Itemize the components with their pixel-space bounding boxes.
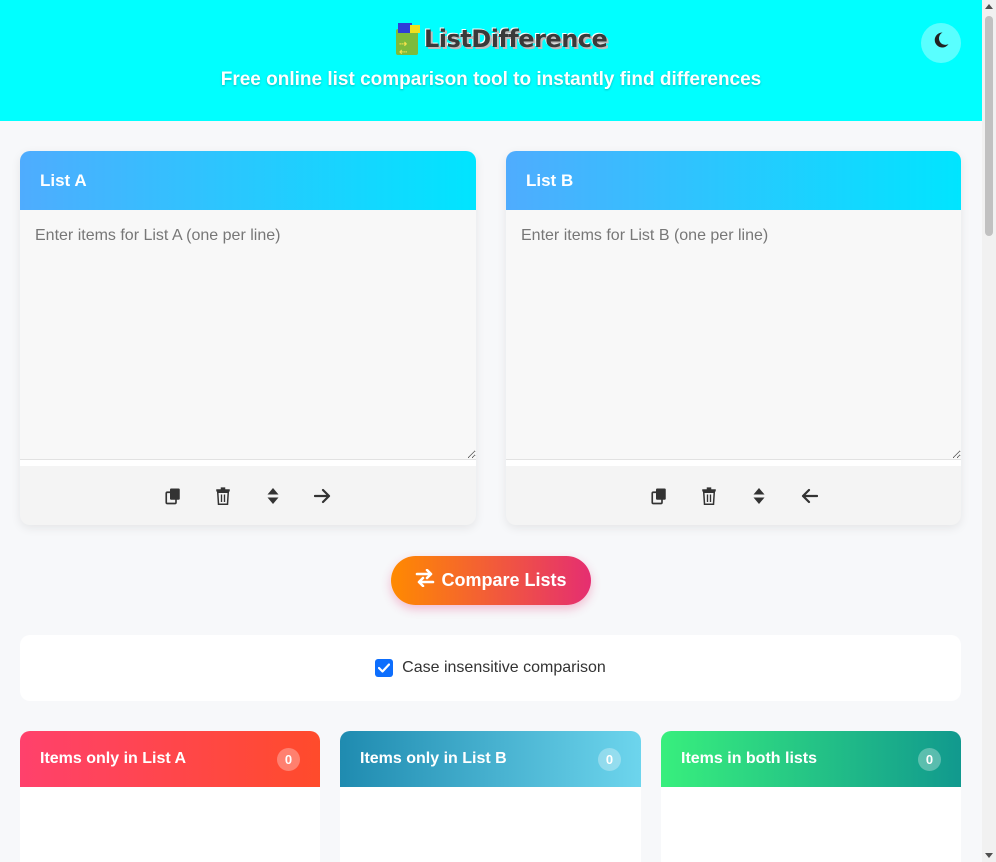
trash-icon[interactable] — [698, 485, 720, 507]
scroll-up-arrow[interactable] — [985, 4, 993, 9]
list-b-panel: List B — [506, 151, 961, 525]
compare-lists-button[interactable]: Compare Lists — [391, 556, 591, 605]
theme-toggle-button[interactable] — [921, 23, 961, 63]
scroll-thumb[interactable] — [985, 16, 993, 236]
scroll-down-arrow[interactable] — [985, 853, 993, 858]
sort-icon[interactable] — [262, 485, 284, 507]
copy-icon[interactable] — [648, 485, 670, 507]
page-scrollbar[interactable] — [982, 0, 996, 862]
result-only-a-card: Items only in List A 0 — [20, 731, 320, 862]
arrow-left-icon[interactable] — [798, 485, 820, 507]
options-panel: Case insensitive comparison — [20, 635, 961, 701]
moon-icon — [932, 31, 950, 55]
list-b-title: List B — [506, 151, 961, 210]
list-a-toolbar — [20, 460, 476, 525]
list-b-toolbar — [506, 460, 961, 525]
result-only-a-count: 0 — [277, 747, 300, 771]
result-only-b-title: Items only in List B — [360, 750, 507, 767]
copy-icon[interactable] — [162, 485, 184, 507]
site-logo[interactable]: ⇢ ⇠ ListDifference — [396, 22, 608, 58]
logo-text: ListDifference — [424, 25, 608, 53]
result-both-count: 0 — [918, 747, 941, 771]
result-both-card: Items in both lists 0 — [661, 731, 961, 862]
tagline: Free online list comparison tool to inst… — [220, 69, 762, 90]
sort-icon[interactable] — [748, 485, 770, 507]
logo-icon: ⇢ ⇠ — [396, 23, 422, 58]
case-insensitive-label[interactable]: Case insensitive comparison — [402, 659, 606, 677]
trash-icon[interactable] — [212, 485, 234, 507]
result-only-b-count: 0 — [598, 747, 621, 771]
arrow-right-icon[interactable] — [312, 485, 334, 507]
compare-lists-label: Compare Lists — [441, 570, 567, 590]
list-a-panel: List A — [20, 151, 476, 525]
exchange-icon — [415, 568, 435, 592]
list-a-input[interactable] — [20, 210, 476, 460]
site-header: ⇢ ⇠ ListDifference Free online list compa… — [0, 0, 982, 121]
list-b-input[interactable] — [506, 210, 961, 460]
result-both-title: Items in both lists — [681, 750, 818, 767]
result-only-b-card: Items only in List B 0 — [340, 731, 641, 862]
result-only-a-title: Items only in List A — [40, 750, 187, 767]
list-a-title: List A — [20, 151, 476, 210]
case-insensitive-checkbox[interactable] — [375, 659, 394, 677]
